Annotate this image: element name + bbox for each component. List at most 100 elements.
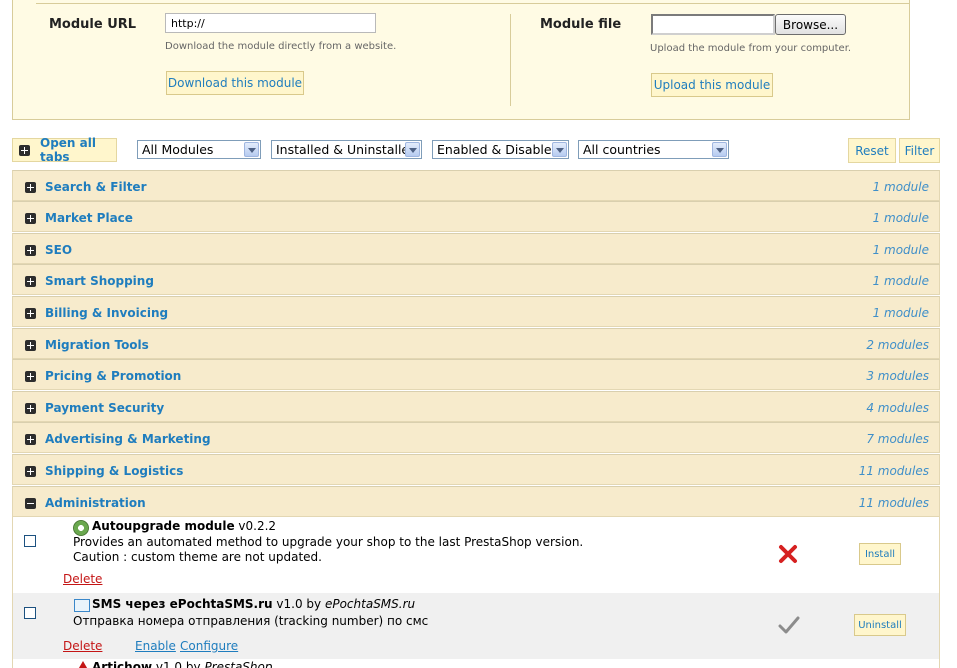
module-name: SMS через ePochtaSMS.ru [92, 597, 273, 611]
category-row-migration-tools[interactable]: Migration Tools 2 modules [12, 328, 940, 359]
enable-status-value: Enabled & Disabled [437, 142, 560, 157]
module-file-hint: Upload the module from your computer. [650, 43, 852, 54]
category-row-payment-security[interactable]: Payment Security 4 modules [12, 391, 940, 422]
installed-check-icon [778, 615, 800, 635]
expand-icon [25, 182, 36, 193]
install-status-value: Installed & Uninstalled [276, 142, 418, 157]
category-row-administration[interactable]: Administration 11 modules [12, 486, 940, 517]
category-count: 7 modules [866, 432, 929, 446]
category-name: Search & Filter [45, 180, 147, 194]
category-name: Administration [45, 496, 146, 510]
module-file-label: Module file [540, 17, 622, 32]
download-module-button[interactable]: Download this module [166, 71, 304, 95]
category-row-search-filter[interactable]: Search & Filter 1 module [12, 170, 940, 201]
open-all-tabs-button[interactable]: Open all tabs [12, 136, 117, 164]
chevron-down-icon [712, 142, 727, 157]
not-installed-icon [778, 544, 798, 564]
delete-link[interactable]: Delete [63, 572, 102, 586]
collapse-icon [25, 498, 36, 509]
category-count: 1 module [872, 211, 929, 225]
module-name: Artichow [92, 660, 153, 668]
module-author: ePochtaSMS.ru [324, 597, 416, 611]
category-name: Pricing & Promotion [45, 369, 182, 383]
module-title: SMS через ePochtaSMS.ru v1.0 by ePochtaS… [92, 597, 415, 611]
filter-button[interactable]: Filter [899, 138, 940, 163]
category-row-pricing-promotion[interactable]: Pricing & Promotion 3 modules [12, 359, 940, 390]
enable-link[interactable]: Enable [135, 639, 176, 653]
category-count: 3 modules [866, 369, 929, 383]
module-name: Autoupgrade module [92, 519, 235, 533]
module-author: PrestaShop [204, 660, 273, 668]
module-row: SMS через ePochtaSMS.ru v1.0 by ePochtaS… [12, 593, 940, 659]
expand-icon [25, 308, 36, 319]
delete-link[interactable]: Delete [63, 639, 102, 653]
expand-icon [25, 245, 36, 256]
upload-module-button[interactable]: Upload this module [651, 73, 773, 97]
expand-icon [25, 466, 36, 477]
gear-icon [73, 520, 89, 536]
category-count: 1 module [872, 306, 929, 320]
module-title: Artichow v1.0 by PrestaShop [92, 660, 272, 668]
chevron-down-icon [552, 142, 567, 157]
module-version: v1.0 [276, 597, 303, 611]
category-count: 1 module [872, 274, 929, 288]
category-count: 1 module [872, 180, 929, 194]
module-by: by [306, 597, 322, 611]
expand-icon [25, 213, 36, 224]
category-name: Migration Tools [45, 338, 149, 352]
category-row-billing-invoicing[interactable]: Billing & Invoicing 1 module [12, 296, 940, 327]
category-row-shipping-logistics[interactable]: Shipping & Logistics 11 modules [12, 454, 940, 485]
category-row-smart-shopping[interactable]: Smart Shopping 1 module [12, 264, 940, 295]
enable-status-select[interactable]: Enabled & Disabled [432, 140, 569, 159]
module-row: Autoupgrade module v0.2.2 Provides an au… [12, 517, 940, 593]
module-url-hint: Download the module directly from a webs… [165, 41, 397, 52]
expand-icon [25, 403, 36, 414]
module-description: Provides an automated method to upgrade … [73, 535, 584, 549]
category-count: 11 modules [858, 496, 929, 510]
category-name: SEO [45, 243, 73, 257]
module-row: Artichow v1.0 by PrestaShop [12, 659, 940, 668]
expand-icon [25, 434, 36, 445]
category-count: 1 module [872, 243, 929, 257]
category-row-seo[interactable]: SEO 1 module [12, 233, 940, 264]
open-all-tabs-label: Open all tabs [40, 136, 96, 164]
configure-link[interactable]: Configure [180, 639, 238, 653]
category-name: Shipping & Logistics [45, 464, 184, 478]
category-count: 2 modules [866, 338, 929, 352]
category-row-advertising-marketing[interactable]: Advertising & Marketing 7 modules [12, 422, 940, 453]
module-url-label: Module URL [49, 17, 137, 32]
category-row-market-place[interactable]: Market Place 1 module [12, 201, 940, 232]
module-type-value: All Modules [142, 142, 214, 157]
module-type-select[interactable]: All Modules [137, 140, 261, 159]
chevron-down-icon [405, 142, 420, 157]
expand-icon [25, 276, 36, 287]
module-file-input[interactable] [651, 14, 775, 35]
mail-icon [74, 599, 90, 612]
module-caution: Caution : custom theme are not updated. [73, 550, 322, 564]
country-select[interactable]: All countries [578, 140, 729, 159]
module-description: Отправка номера отправления (tracking nu… [73, 614, 429, 628]
module-version: v0.2.2 [238, 519, 277, 533]
category-name: Billing & Invoicing [45, 306, 169, 320]
uninstall-button[interactable]: Uninstall [854, 614, 906, 636]
browse-button[interactable]: Browse... [775, 14, 846, 35]
module-url-input[interactable] [165, 13, 376, 33]
install-button[interactable]: Install [859, 543, 901, 565]
category-count: 4 modules [866, 401, 929, 415]
install-status-select[interactable]: Installed & Uninstalled [271, 140, 422, 159]
module-version: v1.0 [155, 660, 183, 668]
reset-button[interactable]: Reset [848, 138, 896, 163]
module-select-checkbox[interactable] [24, 607, 36, 619]
category-name: Smart Shopping [45, 274, 154, 288]
plus-icon [19, 144, 30, 156]
module-by: by [185, 660, 201, 668]
category-count: 11 modules [858, 464, 929, 478]
panel-top-rule [36, 0, 910, 4]
country-value: All countries [583, 142, 661, 157]
chevron-down-icon [244, 142, 259, 157]
upload-panel-divider [510, 14, 511, 106]
module-select-checkbox[interactable] [24, 535, 36, 547]
expand-icon [25, 371, 36, 382]
category-name: Market Place [45, 211, 133, 225]
category-name: Payment Security [45, 401, 165, 415]
